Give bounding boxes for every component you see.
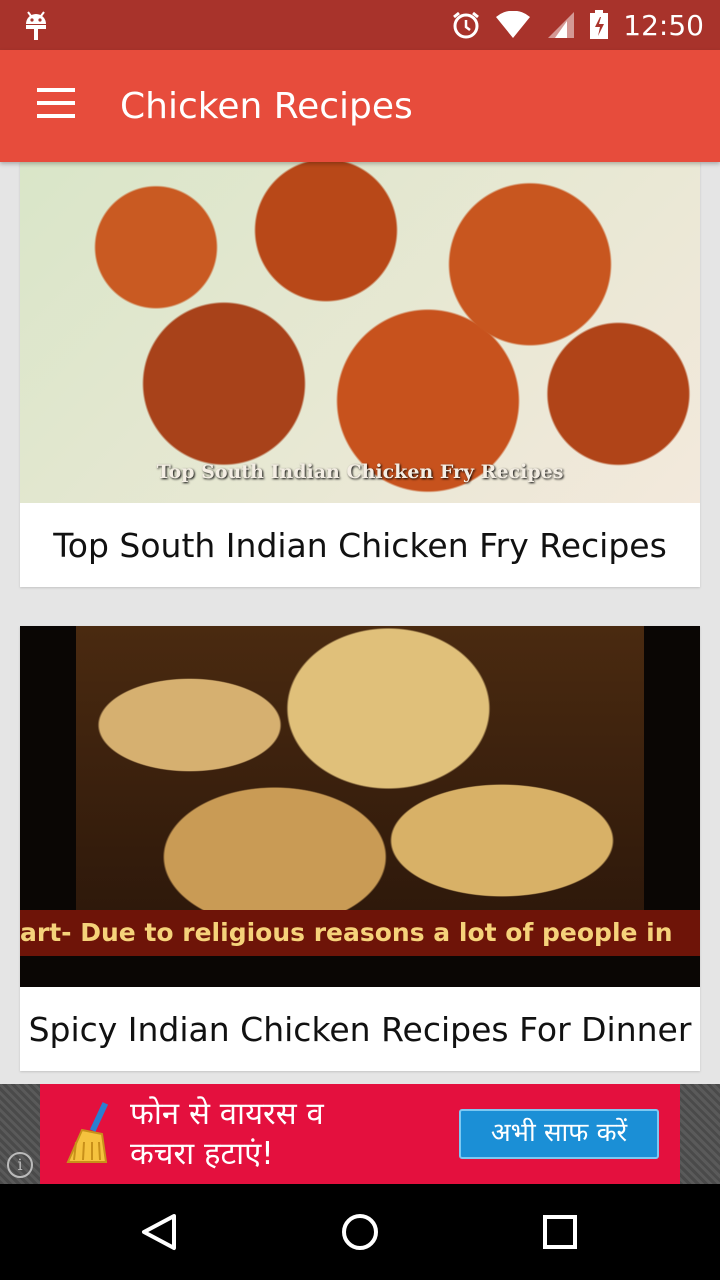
recipe-title[interactable]: Spicy Indian Chicken Recipes For Dinner	[20, 987, 700, 1071]
recipe-list[interactable]: Top South Indian Chicken Fry Recipes Top…	[0, 162, 720, 1084]
thumbnail-ticker: art- Due to religious reasons a lot of p…	[20, 910, 700, 956]
ad-text-line1: फोन से वायरस व	[130, 1096, 324, 1132]
recipe-card[interactable]: art- Due to religious reasons a lot of p…	[20, 626, 700, 1071]
recipe-title[interactable]: Top South Indian Chicken Fry Recipes	[20, 503, 700, 587]
page-title: Chicken Recipes	[120, 86, 413, 127]
battery-icon	[590, 10, 609, 39]
home-icon[interactable]	[336, 1208, 384, 1256]
ad-clean-button[interactable]: अभी साफ करें	[459, 1109, 659, 1159]
broom-icon	[66, 1102, 109, 1163]
ad-text: फोन से वायरस व कचरा हटाएं!	[130, 1094, 324, 1174]
android-debug-icon	[26, 11, 46, 40]
wifi-icon	[496, 11, 531, 38]
thumbnail-watermark: Top South Indian Chicken Fry Recipes	[156, 461, 564, 483]
navigation-bar	[0, 1184, 720, 1280]
recipe-thumbnail[interactable]: art- Due to religious reasons a lot of p…	[20, 626, 700, 987]
recents-icon[interactable]	[536, 1208, 584, 1256]
recipe-card[interactable]: Top South Indian Chicken Fry Recipes Top…	[20, 162, 700, 587]
app-bar: Chicken Recipes	[0, 50, 720, 162]
info-icon[interactable]: i	[7, 1152, 33, 1178]
hamburger-menu-icon[interactable]	[30, 88, 82, 128]
thumbnail-photo	[76, 626, 644, 956]
status-bar: 12:50	[0, 0, 720, 50]
ad-text-line2: कचरा हटाएं!	[130, 1136, 274, 1172]
recipe-thumbnail[interactable]: Top South Indian Chicken Fry Recipes	[20, 162, 700, 503]
ad-content[interactable]: फोन से वायरस व कचरा हटाएं! अभी साफ करें	[40, 1084, 680, 1184]
signal-icon	[548, 12, 575, 38]
ad-banner[interactable]: i फोन से वायरस व कचरा हटाएं! अभी साफ करे…	[0, 1084, 720, 1184]
alarm-icon	[453, 11, 480, 39]
back-icon[interactable]	[136, 1208, 184, 1256]
status-time: 12:50	[623, 8, 704, 42]
